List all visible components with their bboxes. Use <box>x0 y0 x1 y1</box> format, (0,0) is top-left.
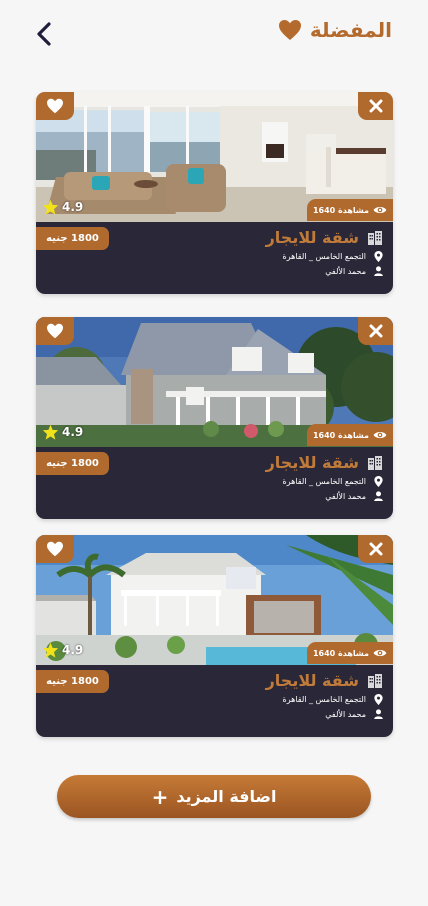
close-icon <box>369 99 382 113</box>
rating: 4.9 <box>42 642 83 658</box>
favorite-button[interactable] <box>36 92 74 120</box>
back-button[interactable] <box>32 20 58 48</box>
star-icon <box>42 424 59 440</box>
listing-title-row: شقة للايجار <box>266 228 383 247</box>
listing-location: التجمع الخامس _ القاهرة <box>282 252 366 261</box>
listing-card[interactable]: 4.9 1640 مشاهدة 1800 جنيه شقة للايجار ال… <box>36 92 393 294</box>
listing-owner: محمد الألفي <box>325 709 366 719</box>
owner-row: محمد الألفي <box>266 266 383 276</box>
remove-button[interactable] <box>358 535 393 563</box>
rating-value: 4.9 <box>62 425 84 439</box>
views-badge: 1640 مشاهدة <box>307 199 393 221</box>
eye-icon <box>373 431 387 439</box>
star-icon <box>42 642 59 658</box>
listing-owner: محمد الألفي <box>325 491 366 501</box>
building-icon <box>368 673 382 688</box>
listing-title-row: شقة للايجار <box>266 671 383 690</box>
app-header: المفضلة <box>0 0 428 66</box>
views-count: 1640 مشاهدة <box>312 430 369 440</box>
heart-icon <box>278 20 301 40</box>
listing-location: التجمع الخامس _ القاهرة <box>282 695 366 704</box>
favorite-button[interactable] <box>36 317 74 345</box>
location-pin-icon <box>374 694 383 705</box>
user-icon <box>374 266 383 276</box>
listing-card[interactable]: 4.9 1640 مشاهدة 1800 جنيه شقة للايجار ال… <box>36 317 393 519</box>
rating: 4.9 <box>42 199 83 215</box>
listing-title: شقة للايجار <box>265 671 359 690</box>
location-row: التجمع الخامس _ القاهرة <box>266 476 383 487</box>
rating-value: 4.9 <box>62 200 84 214</box>
owner-row: محمد الألفي <box>266 709 383 719</box>
listing-info: شقة للايجار التجمع الخامس _ القاهرة محمد… <box>266 453 383 501</box>
location-pin-icon <box>374 476 383 487</box>
views-badge: 1640 مشاهدة <box>307 642 393 664</box>
favorite-button[interactable] <box>36 535 74 563</box>
listing-location: التجمع الخامس _ القاهرة <box>282 477 366 486</box>
remove-button[interactable] <box>358 317 393 345</box>
location-pin-icon <box>374 251 383 262</box>
rating-value: 4.9 <box>62 643 84 657</box>
heart-icon <box>47 541 63 557</box>
heart-icon <box>47 98 63 114</box>
location-row: التجمع الخامس _ القاهرة <box>266 694 383 705</box>
chevron-left-icon <box>37 22 51 46</box>
heart-icon <box>47 323 63 339</box>
price-value: 1800 جنيه <box>46 458 99 469</box>
listing-owner: محمد الألفي <box>325 266 366 276</box>
page-title: المفضلة <box>309 18 392 42</box>
price-badge: 1800 جنيه <box>36 452 109 475</box>
location-row: التجمع الخامس _ القاهرة <box>266 251 383 262</box>
views-count: 1640 مشاهدة <box>312 205 369 215</box>
price-value: 1800 جنيه <box>46 676 99 687</box>
building-icon <box>368 230 382 245</box>
user-icon <box>374 491 383 501</box>
close-icon <box>369 542 382 556</box>
price-badge: 1800 جنيه <box>36 227 109 250</box>
close-icon <box>369 324 382 338</box>
price-value: 1800 جنيه <box>46 233 99 244</box>
title-group: المفضلة <box>278 18 392 42</box>
star-icon <box>42 199 59 215</box>
price-badge: 1800 جنيه <box>36 670 109 693</box>
listing-card[interactable]: 4.9 1640 مشاهدة 1800 جنيه شقة للايجار ال… <box>36 535 393 737</box>
remove-button[interactable] <box>358 92 393 120</box>
views-count: 1640 مشاهدة <box>312 648 369 658</box>
views-badge: 1640 مشاهدة <box>307 424 393 446</box>
add-more-label: اضافة المزيد <box>176 787 277 806</box>
plus-icon: + <box>151 784 169 809</box>
listing-title: شقة للايجار <box>265 228 359 247</box>
listing-info: شقة للايجار التجمع الخامس _ القاهرة محمد… <box>266 671 383 719</box>
owner-row: محمد الألفي <box>266 491 383 501</box>
user-icon <box>374 709 383 719</box>
eye-icon <box>373 206 387 214</box>
eye-icon <box>373 649 387 657</box>
listing-title: شقة للايجار <box>265 453 359 472</box>
listing-info: شقة للايجار التجمع الخامس _ القاهرة محمد… <box>266 228 383 276</box>
listing-title-row: شقة للايجار <box>266 453 383 472</box>
rating: 4.9 <box>42 424 83 440</box>
add-more-button[interactable]: اضافة المزيد + <box>57 775 371 818</box>
building-icon <box>368 455 382 470</box>
